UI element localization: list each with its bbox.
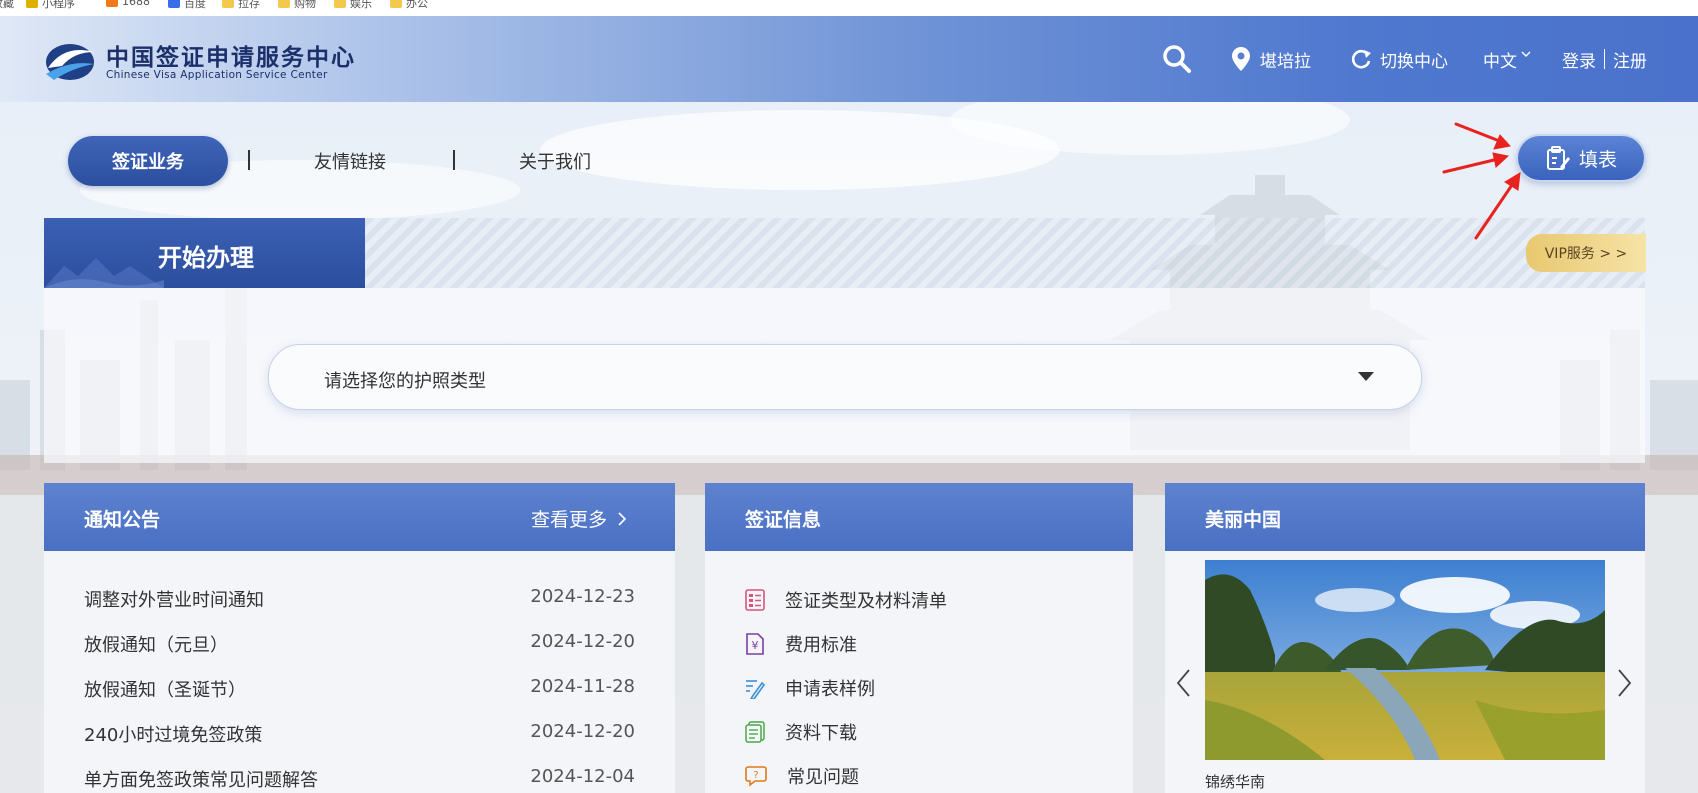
refresh-icon (1351, 49, 1371, 69)
switch-center-button[interactable]: 切换中心 (1350, 16, 1448, 102)
logo-english-text: Chinese Visa Application Service Center (106, 69, 328, 81)
passport-type-select[interactable]: 请选择您的护照类型 (268, 344, 1422, 410)
yuan-document-icon: ¥ (746, 633, 764, 655)
language-label: 中文 (1483, 51, 1517, 72)
download-document-icon (745, 721, 765, 743)
site-header: 中国签证申请服务中心 Chinese Visa Application Serv… (0, 16, 1698, 102)
register-link[interactable]: 注册 (1613, 47, 1647, 72)
svg-text:?: ? (753, 770, 758, 781)
bookmark-item[interactable]: 1688 (106, 0, 150, 8)
fill-form-button[interactable]: 填表 (1518, 136, 1644, 180)
chevron-down-icon (1521, 51, 1531, 57)
nav-about-us[interactable]: 关于我们 (519, 148, 591, 174)
visa-info-item-checklist[interactable]: 签证类型及材料清单 (745, 587, 947, 613)
location-selector[interactable]: 堪培拉 (1232, 16, 1311, 102)
visa-info-item-fees[interactable]: ¥ 费用标准 (745, 631, 857, 657)
bookmark-item[interactable]: 收藏 (0, 0, 14, 11)
notice-item-link[interactable]: 放假通知（元旦） (84, 631, 228, 657)
location-label: 堪培拉 (1260, 51, 1311, 72)
notice-date: 2024-11-28 (530, 676, 635, 697)
annotation-arrows (1442, 122, 1521, 240)
visa-info-item-downloads[interactable]: 资料下载 (745, 719, 857, 745)
landscape-photo[interactable] (1205, 560, 1605, 760)
nav-divider (453, 150, 455, 170)
question-bubble-icon: ? (745, 766, 767, 787)
notice-item-link[interactable]: 放假通知（圣诞节） (84, 676, 246, 702)
visa-info-item-faq[interactable]: ? 常见问题 (745, 763, 859, 789)
notice-item-link[interactable]: 240小时过境免签政策 (84, 721, 262, 747)
language-dropdown[interactable]: 中文 (1483, 16, 1531, 102)
nav-divider (248, 150, 250, 170)
vip-service-button[interactable]: VIP服务 > > (1526, 234, 1646, 272)
visa-info-item-label: 申请表样例 (785, 679, 875, 700)
bookmark-folder[interactable]: 娱乐 (334, 0, 372, 11)
visa-info-item-form-sample[interactable]: 申请表样例 (745, 675, 875, 701)
carousel-prev-icon[interactable] (1175, 668, 1193, 698)
logo-swirl-icon (46, 44, 94, 80)
folder-icon (278, 0, 290, 8)
switch-center-label: 切换中心 (1380, 51, 1448, 72)
folder-icon (334, 0, 346, 8)
search-button[interactable] (1162, 16, 1192, 102)
notices-card: 通知公告 查看更多 调整对外营业时间通知 2024-12-23 放假通知（元旦）… (44, 483, 675, 793)
logo-chinese-text: 中国签证申请服务中心 (106, 44, 356, 71)
mountain-wave-icon (44, 258, 164, 288)
visa-info-item-label: 资料下载 (785, 723, 857, 744)
start-panel-tab: 开始办理 (44, 218, 365, 288)
notice-date: 2024-12-20 (530, 631, 635, 652)
notice-date: 2024-12-04 (530, 766, 635, 787)
location-pin-icon (1232, 47, 1250, 71)
svg-text:¥: ¥ (752, 639, 759, 652)
bookmark-icon (168, 0, 180, 8)
visa-info-title: 签证信息 (745, 509, 822, 531)
nav-visa-business[interactable]: 签证业务 (68, 136, 228, 186)
search-icon (1163, 45, 1191, 73)
bookmarks-bar: 收藏 小程序 1688 百度 拉存 购物 娱乐 办公 (0, 0, 1698, 16)
chevron-right-icon (618, 511, 627, 526)
passport-type-placeholder: 请选择您的护照类型 (324, 371, 486, 392)
beautiful-china-card-header: 美丽中国 (1165, 483, 1645, 551)
notice-item-link[interactable]: 单方面免签政策常见问题解答 (84, 766, 318, 792)
notice-item-link[interactable]: 调整对外营业时间通知 (84, 586, 264, 612)
visa-info-item-label: 常见问题 (787, 767, 859, 788)
form-pen-icon (746, 680, 765, 699)
bookmark-icon (26, 0, 38, 8)
photo-caption: 锦绣华南 (1205, 773, 1266, 791)
notice-date: 2024-12-20 (530, 721, 635, 742)
notice-date: 2024-12-23 (530, 586, 635, 607)
login-link[interactable]: 登录 (1562, 47, 1596, 72)
beautiful-china-title: 美丽中国 (1205, 509, 1282, 531)
beautiful-china-card: 美丽中国 锦绣华南 (1165, 483, 1645, 793)
start-panel-title: 开始办理 (158, 244, 254, 272)
carousel-next-icon[interactable] (1615, 668, 1633, 698)
fill-form-label: 填表 (1578, 148, 1617, 171)
form-upload-icon (1546, 146, 1570, 170)
bookmark-folder[interactable]: 购物 (278, 0, 316, 11)
view-more-label: 查看更多 (530, 509, 607, 531)
karst-landscape-image (1205, 560, 1605, 760)
site-logo[interactable]: 中国签证申请服务中心 Chinese Visa Application Serv… (44, 38, 354, 86)
bookmark-folder[interactable]: 拉存 (222, 0, 260, 11)
bookmark-item[interactable]: 百度 (168, 0, 206, 11)
visa-info-item-label: 签证类型及材料清单 (785, 591, 947, 612)
visa-info-card-header: 签证信息 (705, 483, 1133, 551)
visa-info-item-label: 费用标准 (785, 635, 857, 656)
notices-card-header: 通知公告 查看更多 (44, 483, 675, 551)
visa-info-card: 签证信息 签证类型及材料清单 ¥ 费用标准 申请表样例 资料下载 ? 常见问题 (705, 483, 1133, 793)
folder-icon (222, 0, 234, 8)
auth-divider (1604, 49, 1605, 69)
folder-icon (390, 0, 402, 8)
checklist-icon (745, 589, 765, 611)
nav-friendly-links[interactable]: 友情链接 (314, 148, 386, 174)
caret-down-icon (1358, 372, 1374, 381)
bookmark-folder[interactable]: 办公 (390, 0, 428, 11)
bookmark-icon (106, 0, 118, 7)
bookmark-item[interactable]: 小程序 (26, 0, 75, 11)
view-more-link[interactable]: 查看更多 (531, 505, 627, 532)
notices-title: 通知公告 (84, 509, 161, 531)
auth-links: 登录 注册 (1562, 16, 1647, 102)
